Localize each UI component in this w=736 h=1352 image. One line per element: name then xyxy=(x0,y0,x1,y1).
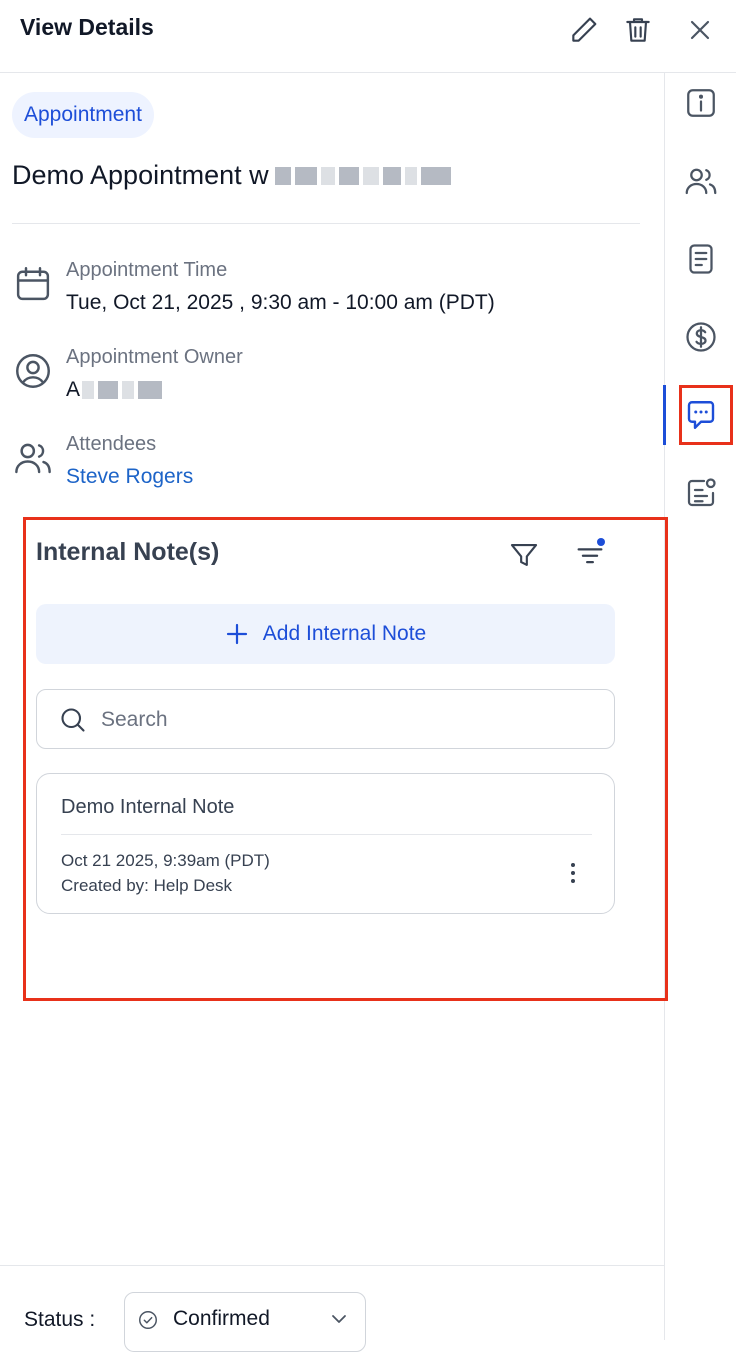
note-more-button[interactable] xyxy=(555,858,591,888)
redacted-text xyxy=(274,166,451,185)
pencil-icon xyxy=(572,17,597,42)
dollar-icon xyxy=(686,322,716,352)
info-icon xyxy=(687,89,715,117)
form-user-icon xyxy=(687,478,716,507)
close-button[interactable] xyxy=(684,14,716,46)
user-circle-icon xyxy=(12,350,54,392)
trash-icon xyxy=(626,18,650,42)
details-header: View Details xyxy=(0,0,736,73)
document-icon xyxy=(689,244,713,274)
sort-button[interactable] xyxy=(573,538,607,572)
more-vertical-icon xyxy=(571,863,575,883)
rail-active-indicator xyxy=(663,385,666,445)
notes-section-highlight xyxy=(23,517,668,1001)
note-meta: Oct 21 2025, 9:39am (PDT) Created by: He… xyxy=(61,848,270,898)
notes-rail-highlight xyxy=(679,385,733,445)
edit-button[interactable] xyxy=(568,14,600,46)
status-footer: Status : Confirmed xyxy=(0,1265,664,1352)
status-value: Confirmed xyxy=(173,1307,270,1330)
side-rail xyxy=(663,73,736,1340)
owner-initial: A xyxy=(66,378,81,401)
add-internal-note-button[interactable]: Add Internal Note xyxy=(36,604,615,664)
filter-button[interactable] xyxy=(507,538,541,572)
notes-title: Internal Note(s) xyxy=(36,538,220,566)
appointment-time-label: Appointment Time xyxy=(66,259,228,281)
close-icon xyxy=(690,20,710,40)
check-circle-icon xyxy=(139,1311,157,1329)
plus-icon xyxy=(226,623,247,645)
note-title: Demo Internal Note xyxy=(61,796,235,818)
divider xyxy=(12,223,640,224)
rail-item-payments[interactable] xyxy=(683,319,719,355)
redacted-text xyxy=(82,381,163,399)
status-dropdown[interactable]: Confirmed xyxy=(124,1292,366,1352)
appointment-title: Demo Appointment w xyxy=(12,160,451,191)
note-author: Created by: Help Desk xyxy=(61,876,233,895)
attendees-row: Attendees Steve Rogers xyxy=(12,433,632,493)
appointment-owner-value: A xyxy=(66,378,163,402)
note-card[interactable]: Demo Internal Note Oct 21 2025, 9:39am (… xyxy=(36,773,615,914)
delete-button[interactable] xyxy=(622,14,654,46)
users-icon xyxy=(12,437,54,479)
appointment-time-value: Tue, Oct 21, 2025 , 9:30 am - 10:00 am (… xyxy=(66,291,495,314)
rail-item-forms[interactable] xyxy=(683,475,719,511)
rail-item-documents[interactable] xyxy=(683,241,719,277)
page-title: View Details xyxy=(20,14,154,40)
appointment-type-badge: Appointment xyxy=(12,92,154,138)
search-icon xyxy=(61,708,85,732)
rail-item-contacts[interactable] xyxy=(683,163,719,199)
add-internal-note-label: Add Internal Note xyxy=(262,622,427,645)
users-icon xyxy=(685,168,717,195)
sort-active-dot xyxy=(597,538,605,546)
appointment-owner-label: Appointment Owner xyxy=(66,346,243,368)
appointment-time-row: Appointment Time Tue, Oct 21, 2025 , 9:3… xyxy=(12,259,632,319)
appointment-title-text: Demo Appointment w xyxy=(12,160,269,190)
status-label: Status : xyxy=(24,1308,96,1331)
attendee-link[interactable]: Steve Rogers xyxy=(66,465,193,489)
chevron-down-icon xyxy=(332,1315,346,1323)
note-divider xyxy=(61,834,592,835)
calendar-icon xyxy=(12,263,54,305)
appointment-owner-row: Appointment Owner A xyxy=(12,346,632,406)
filter-icon xyxy=(510,544,538,566)
notes-search xyxy=(36,689,615,749)
note-date: Oct 21 2025, 9:39am (PDT) xyxy=(61,851,270,870)
attendees-label: Attendees xyxy=(66,433,157,455)
rail-item-info[interactable] xyxy=(683,85,719,121)
search-input[interactable] xyxy=(99,700,603,740)
